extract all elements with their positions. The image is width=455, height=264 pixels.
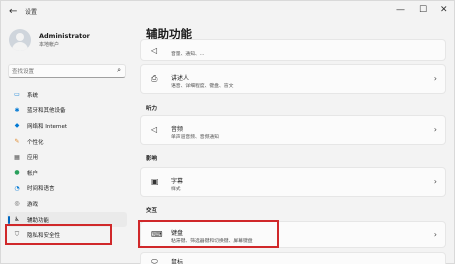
profile-name: Administrator xyxy=(39,32,90,40)
brush-icon: ✎ xyxy=(14,138,20,146)
card-subtitle: 样式 xyxy=(171,187,181,192)
mouse-icon: ⬭ xyxy=(151,257,158,264)
sidebar-item-label: 个性化 xyxy=(27,139,44,146)
sidebar-item-label: 应用 xyxy=(27,155,39,162)
wifi-icon: ◆ xyxy=(14,122,20,130)
globe-clock-icon: ◔ xyxy=(14,184,20,192)
back-arrow-icon[interactable]: ← xyxy=(9,6,17,17)
accessibility-icon: ♿ xyxy=(14,216,20,224)
narrator-icon: ⎙ xyxy=(151,74,158,83)
settings-card-captions[interactable]: ▣ 字幕 样式 › xyxy=(140,167,446,197)
highlight-box-keyboard xyxy=(138,220,279,248)
sidebar-item-label: 游戏 xyxy=(27,201,39,208)
sidebar-item-system[interactable]: ▭ 系统 xyxy=(7,87,127,103)
sidebar-item-label: 蓝牙和其他设备 xyxy=(27,108,66,115)
chevron-right-icon: › xyxy=(433,177,437,186)
chevron-right-icon: › xyxy=(433,74,437,83)
search-box[interactable]: ⌕ xyxy=(8,64,126,78)
sidebar-item-bluetooth[interactable]: ✱ 蓝牙和其他设备 xyxy=(7,103,127,119)
avatar xyxy=(9,29,31,51)
search-icon[interactable]: ⌕ xyxy=(117,66,121,75)
highlight-box-accessibility xyxy=(5,224,112,245)
sidebar-item-label: 时间和语言 xyxy=(27,186,55,193)
card-title: 鼠标 xyxy=(171,259,184,264)
person-icon: ● xyxy=(14,169,20,177)
apps-icon: ▦ xyxy=(14,153,20,161)
gamepad-icon: ◎ xyxy=(14,200,20,208)
settings-card-audio[interactable]: ◁ 音频 单声道音频、音频通知 › xyxy=(140,115,446,145)
speaker-icon: ◁ xyxy=(151,125,158,134)
settings-card-narrator[interactable]: ⎙ 讲述人 语音、详细程度、键盘、盲文 › xyxy=(140,64,446,94)
sidebar-item-label: 辅助功能 xyxy=(27,217,50,224)
settings-window: ← 设置 — ☐ ✕ Administrator 本地帐户 ⌕ ▭ 系统 ✱ 蓝… xyxy=(0,0,455,264)
sidebar-nav: ▭ 系统 ✱ 蓝牙和其他设备 ◆ 网络和 Internet ✎ 个性化 ▦ 应用… xyxy=(7,87,127,243)
sidebar-item-gaming[interactable]: ◎ 游戏 xyxy=(7,196,127,212)
title-bar: ← 设置 — ☐ ✕ xyxy=(1,1,455,23)
sidebar-item-apps[interactable]: ▦ 应用 xyxy=(7,149,127,165)
search-input[interactable] xyxy=(12,66,107,77)
card-title: 讲述人 xyxy=(171,75,190,82)
settings-card-mouse[interactable]: ⬭ 鼠标 xyxy=(140,252,446,264)
minimize-icon[interactable]: — xyxy=(396,5,405,15)
section-header-interaction: 交互 xyxy=(146,208,158,214)
chevron-right-icon: › xyxy=(433,125,437,134)
profile-subtitle: 本地帐户 xyxy=(39,42,60,48)
monitor-icon: ▭ xyxy=(14,91,20,99)
chevron-right-icon: › xyxy=(433,230,437,239)
speaker-icon: ◁ xyxy=(151,46,158,55)
card-subtitle: 单声道音频、音频通知 xyxy=(171,135,219,140)
sidebar-item-accounts[interactable]: ● 帐户 xyxy=(7,165,127,181)
sidebar-item-time-language[interactable]: ◔ 时间和语言 xyxy=(7,181,127,197)
sidebar-item-personalization[interactable]: ✎ 个性化 xyxy=(7,134,127,150)
card-subtitle: 语音、详细程度、键盘、盲文 xyxy=(171,84,234,89)
section-header-hearing: 听力 xyxy=(146,106,158,112)
settings-card-audio-partial[interactable]: ◁ 音量、通知、... xyxy=(140,39,446,61)
card-subtitle: 音量、通知、... xyxy=(171,52,205,57)
close-icon[interactable]: ✕ xyxy=(440,5,448,15)
section-header-captions: 影响 xyxy=(146,156,158,162)
sidebar-item-label: 系统 xyxy=(27,92,39,99)
card-title: 音频 xyxy=(171,126,184,133)
sidebar-item-label: 帐户 xyxy=(27,170,39,177)
card-title: 字幕 xyxy=(171,178,184,185)
captions-icon: ▣ xyxy=(151,177,159,186)
window-title: 设置 xyxy=(25,9,38,16)
sidebar-item-network[interactable]: ◆ 网络和 Internet xyxy=(7,118,127,134)
bluetooth-icon: ✱ xyxy=(14,106,20,114)
maximize-icon[interactable]: ☐ xyxy=(419,5,427,15)
sidebar-item-label: 网络和 Internet xyxy=(27,123,68,130)
